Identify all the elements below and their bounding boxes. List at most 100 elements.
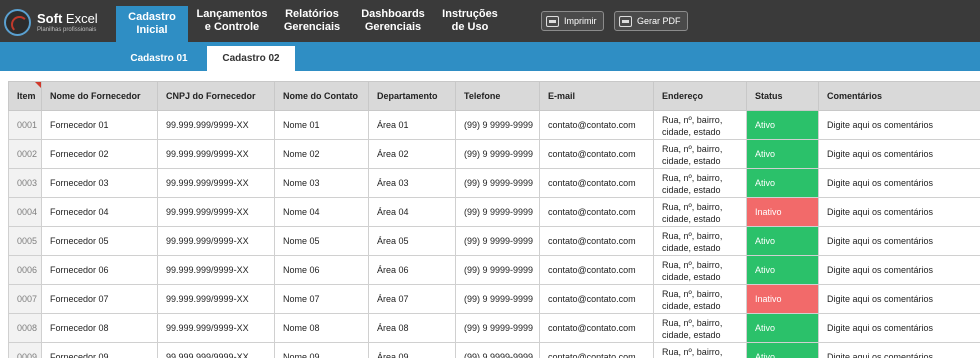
comentarios-cell[interactable]: Digite aqui os comentários xyxy=(818,284,980,314)
comentarios-cell[interactable]: Digite aqui os comentários xyxy=(818,342,980,358)
email-cell[interactable]: contato@contato.com xyxy=(539,255,654,285)
departamento-cell[interactable]: Área 08 xyxy=(368,313,456,343)
generate-pdf-button[interactable]: Gerar PDF xyxy=(614,11,688,31)
contato-cell[interactable]: Nome 05 xyxy=(274,226,369,256)
endereco-cell[interactable]: Rua, nº, bairro, cidade, estado xyxy=(653,342,747,358)
telefone-cell[interactable]: (99) 9 9999-9999 xyxy=(455,342,540,358)
column-header-departamento[interactable]: Departamento xyxy=(368,81,456,111)
item-cell[interactable]: 0002 xyxy=(8,139,42,169)
column-header-comentarios[interactable]: Comentários xyxy=(818,81,980,111)
cnpj-cell[interactable]: 99.999.999/9999-XX xyxy=(157,313,275,343)
menu-instrucoes-de-uso[interactable]: Instruções de Uso xyxy=(436,0,504,42)
departamento-cell[interactable]: Área 09 xyxy=(368,342,456,358)
email-cell[interactable]: contato@contato.com xyxy=(539,313,654,343)
departamento-cell[interactable]: Área 06 xyxy=(368,255,456,285)
cnpj-cell[interactable]: 99.999.999/9999-XX xyxy=(157,255,275,285)
fornecedor-cell[interactable]: Fornecedor 03 xyxy=(41,168,158,198)
fornecedor-cell[interactable]: Fornecedor 07 xyxy=(41,284,158,314)
contato-cell[interactable]: Nome 09 xyxy=(274,342,369,358)
cnpj-cell[interactable]: 99.999.999/9999-XX xyxy=(157,139,275,169)
contato-cell[interactable]: Nome 08 xyxy=(274,313,369,343)
cnpj-cell[interactable]: 99.999.999/9999-XX xyxy=(157,342,275,358)
menu-dashboards-gerenciais[interactable]: Dashboards Gerenciais xyxy=(354,0,432,42)
telefone-cell[interactable]: (99) 9 9999-9999 xyxy=(455,168,540,198)
contato-cell[interactable]: Nome 03 xyxy=(274,168,369,198)
email-cell[interactable]: contato@contato.com xyxy=(539,342,654,358)
comentarios-cell[interactable]: Digite aqui os comentários xyxy=(818,139,980,169)
status-cell[interactable]: Ativo xyxy=(746,313,819,343)
endereco-cell[interactable]: Rua, nº, bairro, cidade, estado xyxy=(653,313,747,343)
departamento-cell[interactable]: Área 01 xyxy=(368,110,456,140)
item-cell[interactable]: 0009 xyxy=(8,342,42,358)
column-header-cnpj[interactable]: CNPJ do Fornecedor xyxy=(157,81,275,111)
status-cell[interactable]: Ativo xyxy=(746,139,819,169)
cnpj-cell[interactable]: 99.999.999/9999-XX xyxy=(157,226,275,256)
cnpj-cell[interactable]: 99.999.999/9999-XX xyxy=(157,110,275,140)
telefone-cell[interactable]: (99) 9 9999-9999 xyxy=(455,110,540,140)
fornecedor-cell[interactable]: Fornecedor 01 xyxy=(41,110,158,140)
departamento-cell[interactable]: Área 05 xyxy=(368,226,456,256)
email-cell[interactable]: contato@contato.com xyxy=(539,284,654,314)
comentarios-cell[interactable]: Digite aqui os comentários xyxy=(818,226,980,256)
endereco-cell[interactable]: Rua, nº, bairro, cidade, estado xyxy=(653,168,747,198)
column-header-email[interactable]: E-mail xyxy=(539,81,654,111)
comentarios-cell[interactable]: Digite aqui os comentários xyxy=(818,110,980,140)
email-cell[interactable]: contato@contato.com xyxy=(539,168,654,198)
contato-cell[interactable]: Nome 02 xyxy=(274,139,369,169)
status-cell[interactable]: Inativo xyxy=(746,197,819,227)
comentarios-cell[interactable]: Digite aqui os comentários xyxy=(818,255,980,285)
menu-lancamentos-controle[interactable]: Lançamentos e Controle xyxy=(193,0,271,42)
item-cell[interactable]: 0006 xyxy=(8,255,42,285)
brand-logo[interactable]: Soft Excel Planilhas profissionais xyxy=(4,7,98,37)
endereco-cell[interactable]: Rua, nº, bairro, cidade, estado xyxy=(653,284,747,314)
endereco-cell[interactable]: Rua, nº, bairro, cidade, estado xyxy=(653,110,747,140)
status-cell[interactable]: Ativo xyxy=(746,342,819,358)
item-cell[interactable]: 0004 xyxy=(8,197,42,227)
contato-cell[interactable]: Nome 06 xyxy=(274,255,369,285)
email-cell[interactable]: contato@contato.com xyxy=(539,226,654,256)
fornecedor-cell[interactable]: Fornecedor 04 xyxy=(41,197,158,227)
comentarios-cell[interactable]: Digite aqui os comentários xyxy=(818,197,980,227)
tab-cadastro-01[interactable]: Cadastro 01 xyxy=(119,46,199,71)
tab-cadastro-02[interactable]: Cadastro 02 xyxy=(207,46,295,71)
departamento-cell[interactable]: Área 03 xyxy=(368,168,456,198)
status-cell[interactable]: Ativo xyxy=(746,168,819,198)
status-cell[interactable]: Ativo xyxy=(746,255,819,285)
email-cell[interactable]: contato@contato.com xyxy=(539,197,654,227)
column-header-status[interactable]: Status xyxy=(746,81,819,111)
status-cell[interactable]: Inativo xyxy=(746,284,819,314)
contato-cell[interactable]: Nome 01 xyxy=(274,110,369,140)
cnpj-cell[interactable]: 99.999.999/9999-XX xyxy=(157,284,275,314)
telefone-cell[interactable]: (99) 9 9999-9999 xyxy=(455,255,540,285)
comentarios-cell[interactable]: Digite aqui os comentários xyxy=(818,313,980,343)
item-cell[interactable]: 0005 xyxy=(8,226,42,256)
item-cell[interactable]: 0003 xyxy=(8,168,42,198)
fornecedor-cell[interactable]: Fornecedor 06 xyxy=(41,255,158,285)
telefone-cell[interactable]: (99) 9 9999-9999 xyxy=(455,139,540,169)
menu-relatorios-gerenciais[interactable]: Relatórios Gerenciais xyxy=(276,0,348,42)
comentarios-cell[interactable]: Digite aqui os comentários xyxy=(818,168,980,198)
column-header-telefone[interactable]: Telefone xyxy=(455,81,540,111)
fornecedor-cell[interactable]: Fornecedor 05 xyxy=(41,226,158,256)
status-cell[interactable]: Ativo xyxy=(746,110,819,140)
fornecedor-cell[interactable]: Fornecedor 09 xyxy=(41,342,158,358)
telefone-cell[interactable]: (99) 9 9999-9999 xyxy=(455,313,540,343)
telefone-cell[interactable]: (99) 9 9999-9999 xyxy=(455,197,540,227)
fornecedor-cell[interactable]: Fornecedor 02 xyxy=(41,139,158,169)
cnpj-cell[interactable]: 99.999.999/9999-XX xyxy=(157,197,275,227)
email-cell[interactable]: contato@contato.com xyxy=(539,139,654,169)
item-cell[interactable]: 0007 xyxy=(8,284,42,314)
cnpj-cell[interactable]: 99.999.999/9999-XX xyxy=(157,168,275,198)
column-header-fornecedor[interactable]: Nome do Fornecedor xyxy=(41,81,158,111)
telefone-cell[interactable]: (99) 9 9999-9999 xyxy=(455,226,540,256)
departamento-cell[interactable]: Área 02 xyxy=(368,139,456,169)
endereco-cell[interactable]: Rua, nº, bairro, cidade, estado xyxy=(653,197,747,227)
column-header-endereco[interactable]: Endereço xyxy=(653,81,747,111)
contato-cell[interactable]: Nome 04 xyxy=(274,197,369,227)
column-header-item[interactable]: Item xyxy=(8,81,42,111)
endereco-cell[interactable]: Rua, nº, bairro, cidade, estado xyxy=(653,255,747,285)
endereco-cell[interactable]: Rua, nº, bairro, cidade, estado xyxy=(653,226,747,256)
departamento-cell[interactable]: Área 04 xyxy=(368,197,456,227)
email-cell[interactable]: contato@contato.com xyxy=(539,110,654,140)
departamento-cell[interactable]: Área 07 xyxy=(368,284,456,314)
